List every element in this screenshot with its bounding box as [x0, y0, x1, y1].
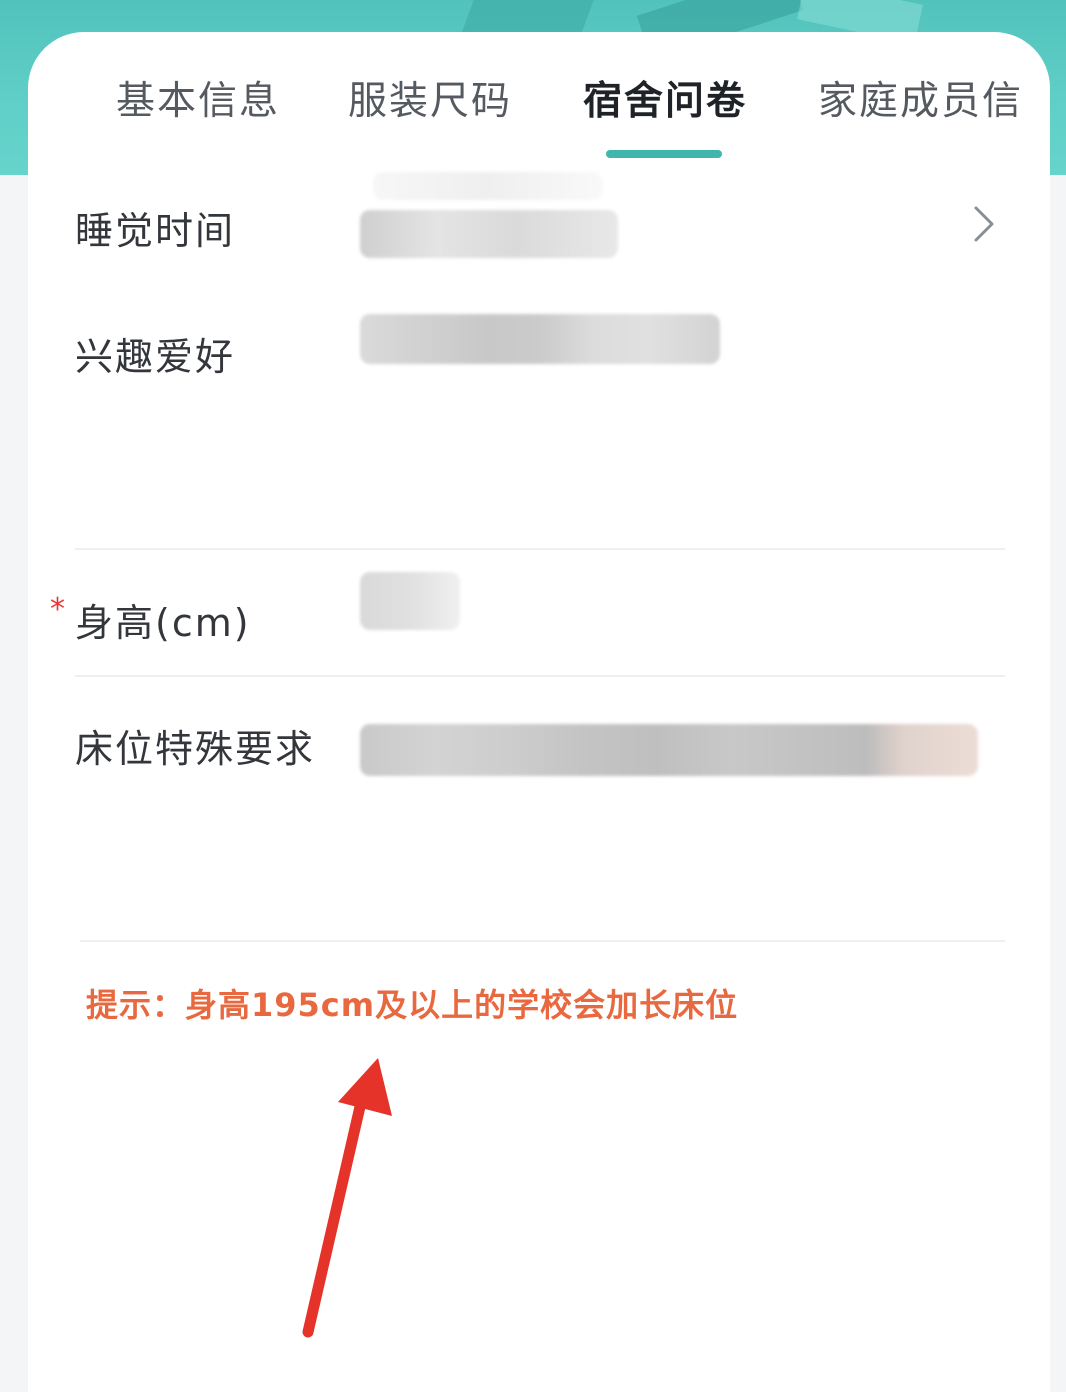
tab-dorm-questionnaire[interactable]: 宿舍问卷	[583, 70, 747, 126]
bed-request-value[interactable]	[360, 724, 978, 776]
divider	[75, 675, 1005, 677]
height-label: 身高(cm)	[75, 601, 251, 645]
tab-basic-info[interactable]: 基本信息	[116, 70, 280, 126]
hobbies-value[interactable]	[360, 314, 720, 364]
form-card: 基本信息 服装尺码 宿舍问卷 家庭成员信 睡觉时间 兴趣爱好 * 身高(cm) …	[28, 32, 1050, 1392]
height-value[interactable]	[360, 572, 460, 630]
hint-text: 提示：身高195cm及以上的学校会加长床位	[86, 986, 739, 1024]
sleep-time-value[interactable]	[360, 210, 618, 258]
sleep-time-label: 睡觉时间	[75, 209, 236, 253]
bed-request-label: 床位特殊要求	[75, 727, 316, 771]
tab-clothing-size[interactable]: 服装尺码	[348, 70, 512, 126]
divider	[75, 548, 1005, 550]
tab-bar: 基本信息 服装尺码 宿舍问卷 家庭成员信	[28, 32, 1050, 182]
required-mark: *	[50, 592, 65, 627]
divider	[80, 940, 1005, 942]
tab-family-members[interactable]: 家庭成员信	[818, 70, 1023, 126]
chevron-right-icon[interactable]	[968, 204, 1000, 244]
active-tab-indicator	[606, 150, 722, 158]
sleep-time-value-shadow	[373, 172, 603, 200]
hobbies-label: 兴趣爱好	[75, 335, 236, 379]
